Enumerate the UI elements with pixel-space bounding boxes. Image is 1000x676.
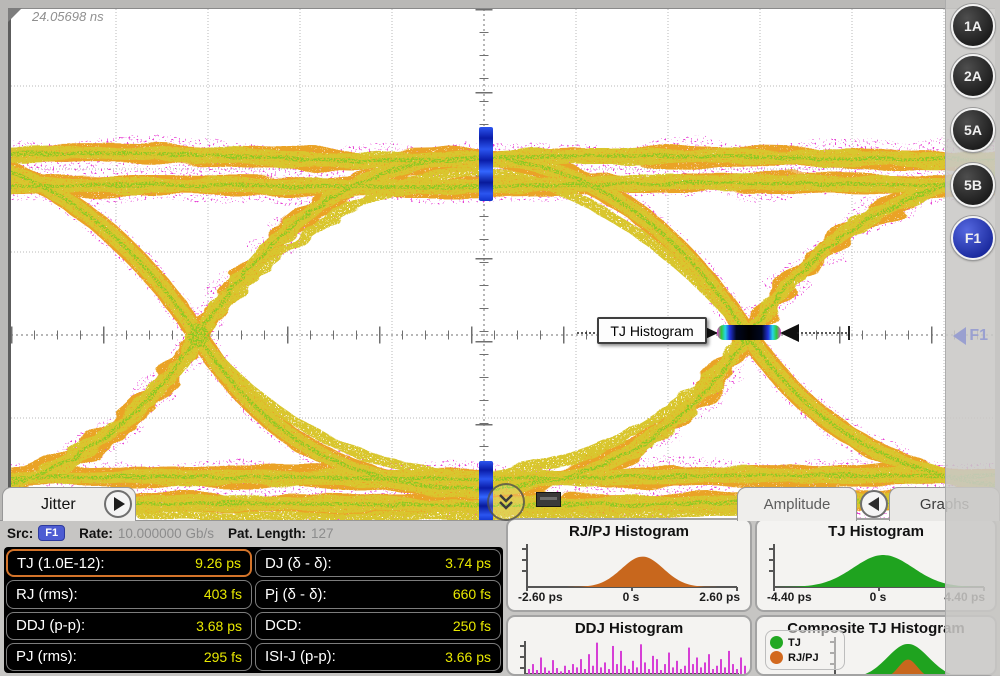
rate-value: 10.000000 Gb/s bbox=[118, 526, 214, 541]
rjpj-histogram-chart bbox=[513, 540, 745, 592]
measurement-value: 403 fs bbox=[204, 586, 242, 602]
measurement-label: DCD: bbox=[265, 617, 302, 634]
legend-item-tj: TJ bbox=[770, 636, 840, 649]
ddj-histogram-chart bbox=[511, 637, 747, 676]
measurement-label: TJ (1.0E-12): bbox=[17, 555, 105, 572]
measurement-label: Pj (δ - δ): bbox=[265, 586, 327, 603]
tab-amplitude-label: Amplitude bbox=[764, 496, 831, 513]
left-triangle-icon bbox=[953, 327, 966, 345]
eye-trace-green bbox=[11, 153, 995, 505]
ddj-histogram-panel[interactable]: DDJ Histogram bbox=[506, 615, 752, 676]
measurement-value: 9.26 ps bbox=[195, 555, 241, 571]
tick-label: 0 s bbox=[623, 590, 640, 604]
f1-trace-marker[interactable]: F1 bbox=[953, 327, 988, 345]
channel-button-1a[interactable]: 1A bbox=[951, 4, 995, 48]
measurement-cell-ddj[interactable]: DDJ (p-p): 3.68 ps bbox=[6, 612, 252, 640]
measurement-cell-isij[interactable]: ISI-J (p-p): 3.66 ps bbox=[255, 643, 501, 671]
measurement-value: 250 fs bbox=[453, 618, 491, 634]
measurement-value: 3.74 ps bbox=[445, 555, 491, 571]
graphs-collapse-button[interactable] bbox=[860, 490, 888, 518]
rate-label: Rate: bbox=[79, 526, 113, 541]
measurement-value: 3.66 ps bbox=[445, 649, 491, 665]
timebase-readout: 24.05698 ns bbox=[32, 9, 104, 24]
channel-button-2a[interactable]: 2A bbox=[951, 54, 995, 98]
measurement-value: 295 fs bbox=[204, 649, 242, 665]
drag-handle[interactable] bbox=[536, 492, 561, 507]
tj-histogram-callout[interactable]: TJ Histogram bbox=[597, 317, 707, 344]
eye-diagram-canvas bbox=[11, 9, 995, 521]
jitter-measurement-table: TJ (1.0E-12): 9.26 ps DJ (δ - δ): 3.74 p… bbox=[4, 547, 503, 673]
measurement-label: PJ (rms): bbox=[16, 648, 77, 665]
back-icon bbox=[868, 497, 879, 511]
f1-marker-label: F1 bbox=[969, 327, 988, 345]
measurement-cell-pj-dd[interactable]: Pj (δ - δ): 660 fs bbox=[255, 580, 501, 608]
eye-trace-orange bbox=[11, 153, 995, 505]
eye-diagram-plot bbox=[8, 8, 995, 521]
tab-jitter-label: Jitter bbox=[41, 496, 76, 514]
collapse-panel-button[interactable] bbox=[487, 483, 525, 521]
tj-legend-dot bbox=[770, 636, 783, 649]
channel-button-5a[interactable]: 5A bbox=[951, 108, 995, 152]
legend-label: RJ/PJ bbox=[788, 652, 819, 664]
rjpj-histogram-panel[interactable]: RJ/PJ Histogram -2.60 ps 0 s 2.60 ps bbox=[506, 518, 752, 612]
src-label: Src: bbox=[7, 526, 33, 541]
measurement-cell-dcd[interactable]: DCD: 250 fs bbox=[255, 612, 501, 640]
eye-trace-magenta bbox=[11, 153, 995, 505]
signal-info-row: Src: F1 Rate: 10.000000 Gb/s Pat. Length… bbox=[7, 525, 347, 541]
plot-corner-marker bbox=[8, 8, 22, 22]
src-value-badge[interactable]: F1 bbox=[38, 525, 65, 541]
measurement-label: RJ (rms): bbox=[16, 586, 78, 603]
double-chevron-down-icon bbox=[496, 493, 516, 511]
jitter-results-panel: Src: F1 Rate: 10.000000 Gb/s Pat. Length… bbox=[0, 520, 1000, 676]
play-icon bbox=[114, 497, 125, 511]
tick-label: -2.60 ps bbox=[518, 590, 563, 604]
ddj-histogram-title: DDJ Histogram bbox=[508, 620, 750, 637]
histogram-panels-grid: RJ/PJ Histogram -2.60 ps 0 s 2.60 ps TJ … bbox=[506, 518, 998, 676]
drag-handle-line bbox=[540, 497, 557, 500]
channel-button-f1[interactable]: F1 bbox=[951, 216, 995, 260]
legend-label: TJ bbox=[788, 637, 801, 649]
measurement-cell-tj[interactable]: TJ (1.0E-12): 9.26 ps bbox=[6, 549, 252, 577]
measurement-cell-rj[interactable]: RJ (rms): 403 fs bbox=[6, 580, 252, 608]
channel-button-5b[interactable]: 5B bbox=[951, 163, 995, 207]
tick-label: 0 s bbox=[870, 590, 887, 604]
tick-label: -4.40 ps bbox=[767, 590, 812, 604]
legend-item-rjpj: RJ/PJ bbox=[770, 651, 840, 664]
measurement-cell-dj[interactable]: DJ (δ - δ): 3.74 ps bbox=[255, 549, 501, 577]
rjpj-axis-labels: -2.60 ps 0 s 2.60 ps bbox=[508, 590, 750, 604]
tick-label: 2.60 ps bbox=[699, 590, 740, 604]
measurement-value: 3.68 ps bbox=[196, 618, 242, 634]
pattern-length-value: 127 bbox=[311, 526, 334, 541]
composite-legend: TJ RJ/PJ bbox=[765, 630, 845, 670]
measurement-cell-pj-rms[interactable]: PJ (rms): 295 fs bbox=[6, 643, 252, 671]
rjpj-histogram-title: RJ/PJ Histogram bbox=[508, 523, 750, 540]
measurement-label: DJ (δ - δ): bbox=[265, 555, 332, 572]
measurement-value: 660 fs bbox=[453, 586, 491, 602]
rjpj-legend-dot bbox=[770, 651, 783, 664]
pattern-length-label: Pat. Length: bbox=[228, 526, 306, 541]
tab-amplitude[interactable]: Amplitude bbox=[737, 487, 857, 521]
measurement-label: DDJ (p-p): bbox=[16, 617, 85, 634]
amplitude-histogram-bars bbox=[479, 127, 493, 521]
jitter-expand-button[interactable] bbox=[104, 490, 132, 518]
measurement-label: ISI-J (p-p): bbox=[265, 648, 336, 665]
